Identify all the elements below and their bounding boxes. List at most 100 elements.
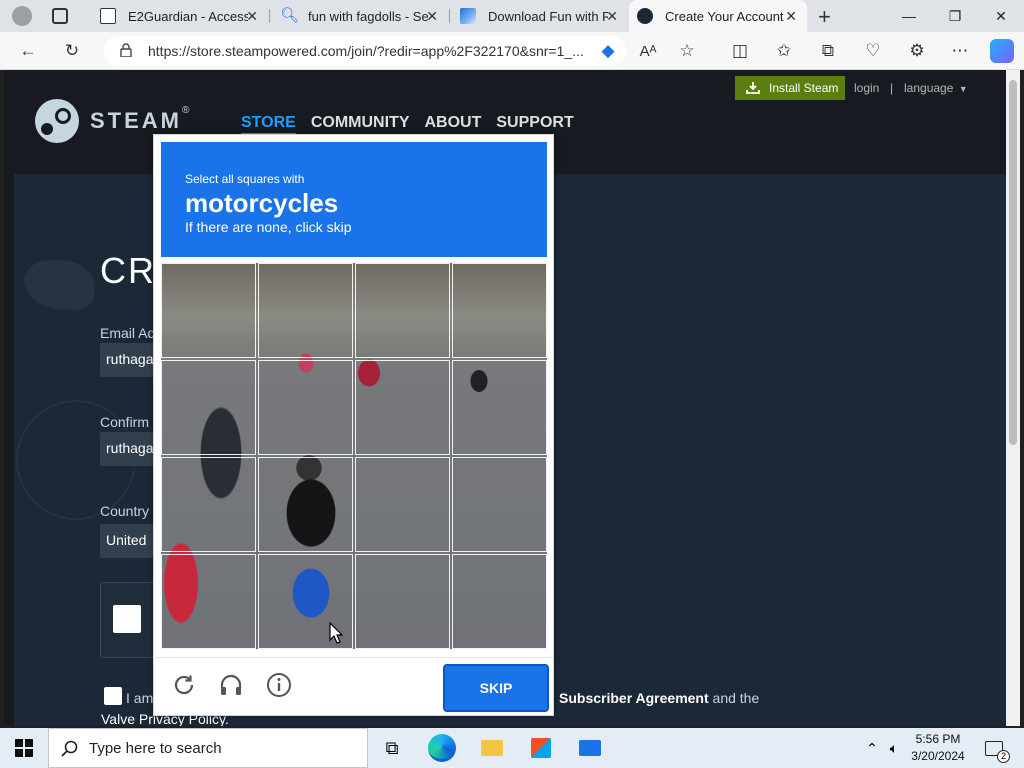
captcha-tile[interactable] [258, 457, 353, 552]
browser-essentials-icon[interactable]: ♡ [861, 39, 885, 63]
captcha-checkbox[interactable] [113, 605, 141, 633]
clock-date: 3/20/2024 [911, 749, 965, 763]
nav-support[interactable]: SUPPORT [496, 114, 573, 136]
lock-icon [120, 43, 132, 57]
captcha-image-grid [161, 263, 547, 649]
game-favicon-icon [460, 8, 476, 24]
start-button[interactable] [0, 728, 48, 768]
microsoft-store-icon[interactable] [527, 734, 555, 762]
target-object: motorcycles [185, 188, 339, 218]
email-label: Email Ad [100, 325, 156, 341]
caret-down-icon: ▼ [958, 84, 968, 94]
file-explorer-icon[interactable] [478, 734, 506, 762]
collections-icon[interactable]: ⧉ [816, 39, 840, 63]
confirm-email-label: Confirm [100, 414, 150, 430]
captcha-tile[interactable] [355, 263, 450, 358]
audio-challenge-icon[interactable] [218, 672, 244, 698]
captcha-tile[interactable] [452, 360, 547, 455]
captcha-tile[interactable] [452, 554, 547, 649]
tab-search[interactable]: 🔍︎ fun with fagdolls - Search ✕ [272, 0, 448, 32]
tab-title: Download Fun with Ragdolls [488, 8, 608, 24]
nav-about[interactable]: ABOUT [424, 114, 481, 136]
favorite-star-icon[interactable]: ☆ [675, 39, 699, 63]
system-clock[interactable]: 5:56 PM 3/20/2024 [904, 731, 972, 765]
shopping-tag-icon[interactable]: ◆ [596, 39, 620, 63]
page-scrollbar[interactable] [1006, 70, 1020, 726]
captcha-tile[interactable] [355, 554, 450, 649]
scrollbar-thumb[interactable] [1009, 80, 1017, 445]
close-tab-icon[interactable]: ✕ [606, 8, 618, 25]
windows-logo-icon [15, 739, 33, 757]
agree-text: I am [126, 690, 154, 706]
search-icon [61, 740, 78, 757]
close-tab-icon[interactable]: ✕ [785, 8, 797, 25]
tab-download[interactable]: Download Fun with Ragdolls ✕ [452, 0, 628, 32]
clock-time: 5:56 PM [915, 732, 961, 746]
nav-store[interactable]: STORE [241, 114, 296, 136]
search-favicon-icon: 🔍︎ [280, 7, 300, 24]
skip-button[interactable]: SKIP [443, 664, 549, 712]
extensions-icon[interactable]: ⚙ [905, 39, 929, 63]
tab-separator [449, 9, 450, 23]
login-link[interactable]: login [854, 81, 879, 95]
taskbar-search-box[interactable]: Type here to search [48, 728, 368, 768]
agree-checkbox[interactable] [104, 687, 122, 705]
instruction-text: Select all squares with [185, 172, 305, 186]
agreement-text: Subscriber Agreement and the [559, 690, 759, 706]
browser-tab-strip: E2Guardian - Access Denied ✕ 🔍︎ fun with… [0, 0, 1024, 32]
tab-title: Create Your Account [665, 8, 784, 24]
captcha-tile[interactable] [258, 263, 353, 358]
close-tab-icon[interactable]: ✕ [426, 8, 438, 25]
install-steam-button[interactable]: Install Steam [735, 76, 845, 100]
task-view-icon[interactable]: ⧉ [378, 734, 406, 762]
captcha-tile[interactable] [161, 360, 256, 455]
language-label: language [904, 81, 954, 95]
captcha-tile[interactable] [161, 263, 256, 358]
address-bar[interactable]: https://store.steampowered.com/join/?red… [104, 36, 626, 66]
captcha-tile[interactable] [452, 457, 547, 552]
restore-icon[interactable]: ❐ [932, 0, 978, 32]
tab-e2guardian[interactable]: E2Guardian - Access Denied ✕ [92, 0, 268, 32]
tab-create-account[interactable]: Create Your Account ✕ [629, 0, 807, 32]
trademark-symbol: ® [182, 105, 190, 116]
language-dropdown[interactable]: language ▼ [904, 81, 968, 95]
windows-taskbar: Type here to search ⧉ ⌃ 🔈︎ 5:56 PM 3/20/… [0, 728, 1024, 768]
captcha-tile[interactable] [355, 457, 450, 552]
steam-logo-text: STEAM [90, 108, 182, 133]
main-nav: STORE COMMUNITY ABOUT SUPPORT [241, 114, 589, 136]
nav-community[interactable]: COMMUNITY [311, 114, 410, 136]
read-aloud-icon[interactable]: Aᴬ [636, 39, 660, 63]
info-icon[interactable] [266, 672, 292, 698]
refresh-icon[interactable] [171, 672, 197, 698]
minimize-icon[interactable]: — [886, 0, 932, 32]
install-steam-label: Install Steam [769, 81, 839, 95]
captcha-tile[interactable] [452, 263, 547, 358]
more-options-icon[interactable]: ⋯ [948, 39, 972, 63]
tab-title: E2Guardian - Access Denied [128, 8, 248, 24]
download-icon [746, 82, 760, 94]
captcha-tile[interactable] [161, 554, 256, 649]
notification-count: 2 [997, 749, 1010, 763]
captcha-tile[interactable] [161, 457, 256, 552]
edge-browser-icon[interactable] [428, 734, 456, 762]
tab-actions-icon[interactable] [52, 8, 68, 24]
close-tab-icon[interactable]: ✕ [246, 8, 258, 25]
page-title: CR [100, 250, 156, 291]
profile-icon[interactable] [12, 6, 32, 26]
captcha-challenge-dialog: Select all squares with motorcycles If t… [153, 134, 554, 716]
subscriber-agreement-link[interactable]: Subscriber Agreement [559, 690, 709, 706]
tab-title: fun with fagdolls - Search [308, 8, 428, 24]
copilot-icon[interactable] [990, 39, 1014, 63]
back-icon[interactable]: ← [16, 39, 40, 63]
captcha-tile[interactable] [355, 360, 450, 455]
captcha-tile[interactable] [258, 360, 353, 455]
mail-icon[interactable] [576, 734, 604, 762]
link-divider: | [890, 81, 894, 95]
favorites-list-icon[interactable]: ✩ [772, 39, 796, 63]
close-window-icon[interactable]: ✕ [978, 0, 1024, 32]
split-screen-icon[interactable]: ◫ [728, 39, 752, 63]
refresh-icon[interactable]: ↻ [60, 39, 84, 63]
new-tab-button[interactable]: + [818, 4, 831, 30]
url-text: https://store.steampowered.com/join/?red… [148, 43, 584, 59]
notifications-icon[interactable]: 2 [980, 734, 1010, 763]
